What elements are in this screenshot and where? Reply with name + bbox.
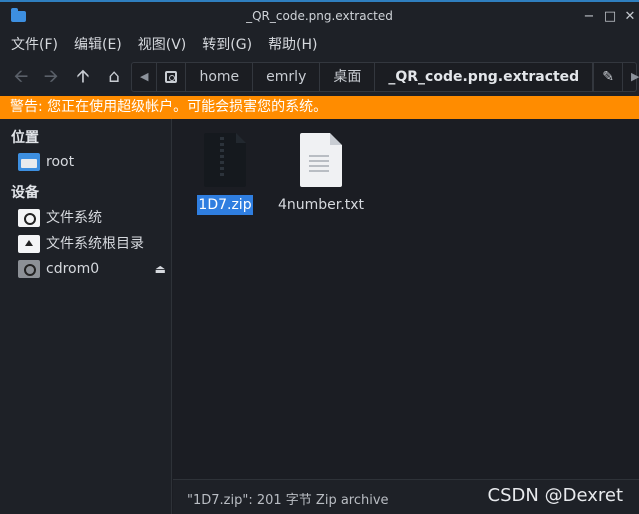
menu-help[interactable]: 帮助(H): [268, 32, 317, 58]
sidebar-item-label: root: [46, 154, 75, 170]
menu-view[interactable]: 视图(V): [138, 32, 187, 58]
devices-heading: 设备: [11, 185, 39, 201]
drive-icon: [165, 71, 178, 83]
sidebar-item-label: 文件系统根目录: [46, 236, 144, 252]
crumb-emrly[interactable]: emrly: [253, 63, 321, 91]
file-item-zip[interactable]: 1D7.zip: [180, 119, 270, 215]
window-title: _QR_code.png.extracted: [246, 9, 393, 23]
crumb-current[interactable]: _QR_code.png.extracted: [375, 63, 594, 91]
menu-edit[interactable]: 编辑(E): [74, 32, 122, 58]
up-arrow-icon[interactable]: 🡩: [72, 66, 94, 88]
sidebar-item-filesystem-root[interactable]: 文件系统根目录: [18, 232, 170, 256]
close-icon[interactable]: ✕: [621, 8, 639, 26]
menu-file[interactable]: 文件(F): [11, 32, 58, 58]
menu-go[interactable]: 转到(G): [202, 32, 252, 58]
toolbar: 🡨 🡪 🡩 ⌂ ◀ home emrly 桌面 _QR_code.png.ext…: [0, 58, 639, 96]
sidebar-item-label: 文件系统: [46, 210, 102, 226]
places-heading: 位置: [11, 130, 39, 146]
maximize-icon[interactable]: □: [601, 8, 619, 26]
path-scroll-left-icon[interactable]: ◀: [132, 63, 158, 91]
zip-file-icon: [204, 133, 246, 187]
edit-location-button[interactable]: ✎: [593, 63, 622, 91]
file-view: 1D7.zip 4number.txt: [173, 119, 639, 479]
file-item-txt[interactable]: 4number.txt: [276, 119, 366, 215]
folder-icon: [18, 153, 40, 171]
minimize-icon[interactable]: −: [580, 8, 598, 26]
path-scroll-right-icon[interactable]: ▶: [621, 63, 639, 91]
watermark: CSDN @Dexret: [487, 485, 623, 506]
title-bar: _QR_code.png.extracted − □ ✕: [0, 0, 639, 32]
forward-arrow-icon[interactable]: 🡪: [40, 66, 62, 88]
drive-icon: [18, 209, 40, 227]
crumb-desktop[interactable]: 桌面: [320, 63, 376, 91]
sidebar-item-cdrom0[interactable]: cdrom0 ⏏: [18, 257, 170, 281]
text-file-icon: [300, 133, 342, 187]
sidebar-item-root[interactable]: root: [18, 150, 170, 174]
file-name: 4number.txt: [278, 197, 364, 213]
back-arrow-icon[interactable]: 🡨: [10, 66, 32, 88]
path-bar: ◀ home emrly 桌面 _QR_code.png.extracted ✎…: [131, 62, 639, 92]
drive-button[interactable]: [157, 63, 187, 91]
status-text: "1D7.zip": 201 字节 Zip archive: [187, 493, 389, 508]
sidebar-item-filesystem[interactable]: 文件系统: [18, 206, 170, 230]
file-name: 1D7.zip: [197, 195, 253, 215]
pencil-icon: ✎: [602, 69, 614, 85]
eject-icon[interactable]: ⏏: [155, 257, 166, 281]
crumb-home[interactable]: home: [186, 63, 254, 91]
root-drive-icon: [18, 235, 40, 253]
status-bar: "1D7.zip": 201 字节 Zip archive CSDN @Dexr…: [173, 479, 639, 514]
menu-bar: 文件(F) 编辑(E) 视图(V) 转到(G) 帮助(H): [0, 32, 639, 58]
sidebar-item-label: cdrom0: [46, 261, 100, 277]
root-warning-banner: 警告: 您正在使用超级帐户。可能会损害您的系统。: [0, 96, 639, 119]
sidebar: 位置 root 设备 文件系统 文件系统根目录 cdrom0 ⏏: [0, 119, 172, 514]
home-icon[interactable]: ⌂: [103, 66, 125, 88]
cdrom-icon: [18, 260, 40, 278]
